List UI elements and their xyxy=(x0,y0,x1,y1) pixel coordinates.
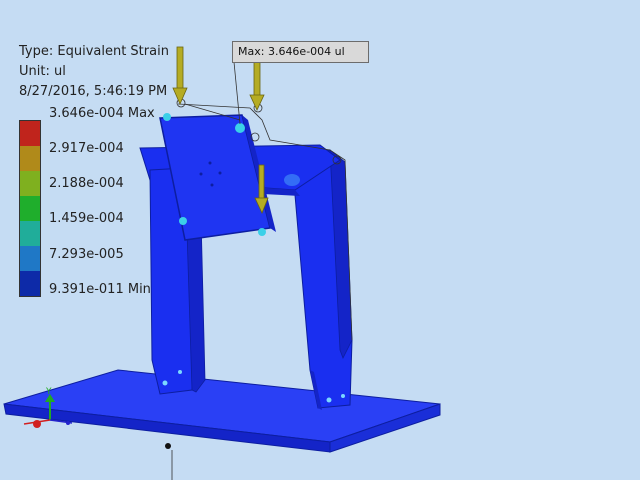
legend-label-5: 7.293e-005 xyxy=(49,247,124,262)
result-timestamp: 8/27/2016, 5:46:19 PM xyxy=(19,84,168,99)
legend-swatch-3 xyxy=(20,170,40,196)
max-probe-label[interactable]: Max: 3.646e-004 ul xyxy=(232,41,369,63)
model-viewport[interactable]: Y xyxy=(0,0,640,480)
base-plate xyxy=(3,369,441,453)
legend-label-4: 1.459e-004 xyxy=(49,211,124,226)
legend-label-min: 9.391e-011 Min xyxy=(49,282,151,297)
result-unit: Unit: ul xyxy=(19,64,66,79)
legend-swatch-6 xyxy=(20,245,40,271)
legend-swatch-5 xyxy=(20,220,40,246)
legend-swatch-1 xyxy=(20,121,40,146)
axis-y-label: Y xyxy=(45,387,52,397)
legend-swatch-4 xyxy=(20,195,40,221)
color-legend-bar xyxy=(19,120,41,297)
legend-label-3: 2.188e-004 xyxy=(49,176,124,191)
result-type: Type: Equivalent Strain xyxy=(19,44,169,59)
right-leg xyxy=(291,149,353,410)
legend-swatch-7 xyxy=(20,270,40,296)
legend-label-max: 3.646e-004 Max xyxy=(49,106,155,121)
legend-label-2: 2.917e-004 xyxy=(49,141,124,156)
legend-swatch-2 xyxy=(20,145,40,171)
fixed-point-marker xyxy=(165,443,171,449)
